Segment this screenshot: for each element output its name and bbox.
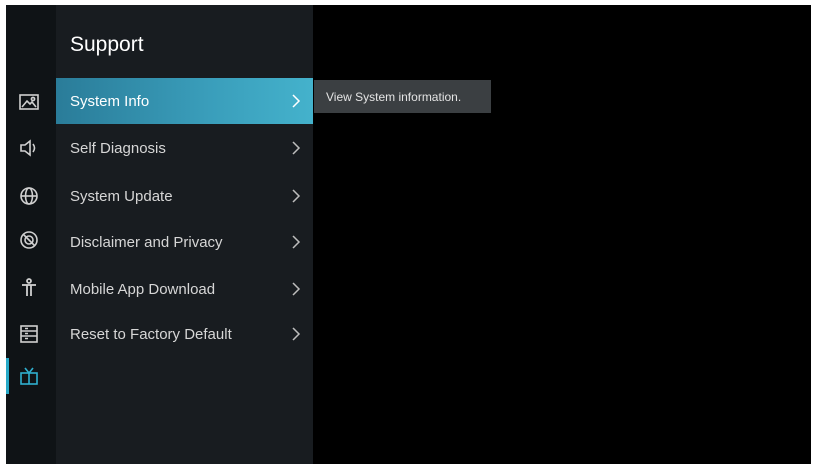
description-tooltip: View System information. [314,80,491,113]
sound-icon[interactable] [18,137,40,159]
menu-item-self-diagnosis[interactable]: Self Diagnosis [56,125,313,171]
network-icon[interactable] [18,185,40,207]
menu-item-label: Self Diagnosis [70,139,166,157]
tooltip-text: View System information. [326,89,462,104]
active-category-indicator [6,358,9,394]
chevron-right-icon [292,189,301,203]
menu-item-label: System Update [70,187,173,205]
menu-item-reset-factory-default[interactable]: Reset to Factory Default [56,311,313,357]
chevron-right-icon [292,282,301,296]
menu-title: Support [70,33,144,56]
menu-item-system-info[interactable]: System Info [56,78,313,124]
support-menu: Support System Info Self Diagnosis Syste… [56,5,313,464]
picture-icon[interactable] [18,91,40,113]
menu-item-label: Reset to Factory Default [70,325,232,343]
menu-item-disclaimer-privacy[interactable]: Disclaimer and Privacy [56,219,313,265]
chevron-right-icon [292,327,301,341]
category-rail [6,5,56,464]
menu-item-label: System Info [70,92,150,110]
menu-item-system-update[interactable]: System Update [56,173,313,219]
blocked-icon[interactable] [18,229,40,251]
support-tv-icon[interactable] [18,365,40,387]
tv-screen: Support System Info Self Diagnosis Syste… [6,5,811,464]
chevron-right-icon [292,94,301,108]
menu-item-label: Mobile App Download [70,280,216,298]
chevron-right-icon [292,235,301,249]
menu-item-label: Disclaimer and Privacy [70,233,223,251]
chevron-right-icon [292,141,301,155]
system-list-icon[interactable] [18,323,40,345]
accessibility-icon[interactable] [18,277,40,299]
menu-item-mobile-app-download[interactable]: Mobile App Download [56,266,313,312]
